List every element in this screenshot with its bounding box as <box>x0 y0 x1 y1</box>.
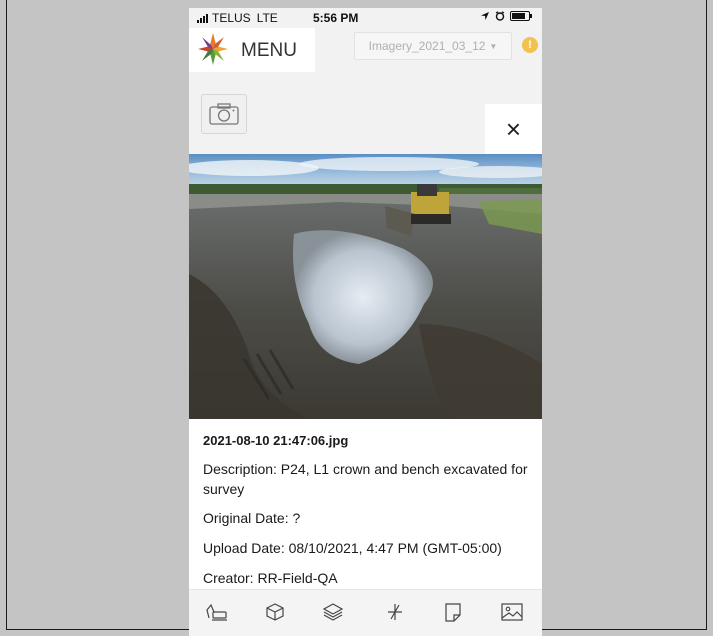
bottom-toolbar <box>189 589 542 636</box>
image-icon <box>501 603 523 621</box>
notes-button[interactable] <box>441 600 465 624</box>
menu-button[interactable]: MENU <box>189 28 315 72</box>
imagery-dropdown[interactable]: Imagery_2021_03_12 ▼ <box>354 32 512 60</box>
photo-creator: Creator: RR-Field-QA <box>203 570 338 586</box>
photo-upload-date: Upload Date: 08/10/2021, 4:47 PM (GMT-05… <box>203 540 502 556</box>
survey-point-button[interactable] <box>383 600 407 624</box>
photo-description: Description: P24, L1 crown and bench exc… <box>203 461 528 497</box>
note-icon <box>445 603 461 622</box>
warning-icon[interactable]: ! <box>522 37 538 53</box>
excavator-tool-button[interactable] <box>205 600 229 624</box>
excavator-icon <box>206 603 227 621</box>
cube-icon <box>266 603 284 621</box>
app-logo-icon <box>198 33 228 65</box>
network-type: LTE <box>256 11 278 25</box>
battery-icon <box>510 11 532 21</box>
carrier-name: TELUS <box>212 11 251 25</box>
status-icons <box>480 11 532 21</box>
status-bar: TELUS LTE 5:56 PM <box>189 8 542 28</box>
caret-down-icon: ▼ <box>489 41 498 51</box>
photo-details-panel: 2021-08-10 21:47:06.jpg Description: P24… <box>189 419 542 589</box>
3d-view-button[interactable] <box>263 600 287 624</box>
survey-point-icon <box>388 604 402 620</box>
camera-button[interactable] <box>201 94 247 134</box>
close-button[interactable]: × <box>485 104 542 154</box>
photo-filename: 2021-08-10 21:47:06.jpg <box>203 433 349 448</box>
clock: 5:56 PM <box>313 11 359 25</box>
location-arrow-icon <box>481 12 489 20</box>
carrier-info: TELUS LTE <box>197 11 278 25</box>
alarm-icon <box>495 11 505 21</box>
imagery-selected-value: Imagery_2021_03_12 <box>368 39 486 53</box>
camera-icon <box>209 103 239 125</box>
imagery-button[interactable] <box>500 600 524 624</box>
site-photo <box>189 154 542 419</box>
layers-button[interactable] <box>321 600 345 624</box>
menu-label: MENU <box>241 40 297 61</box>
signal-icon <box>197 13 208 23</box>
layers-icon <box>322 603 344 621</box>
phone-screen: TELUS LTE 5:56 PM MENU Imagery_2021_03_1… <box>189 8 542 636</box>
photo-original-date: Original Date: ? <box>203 510 301 526</box>
